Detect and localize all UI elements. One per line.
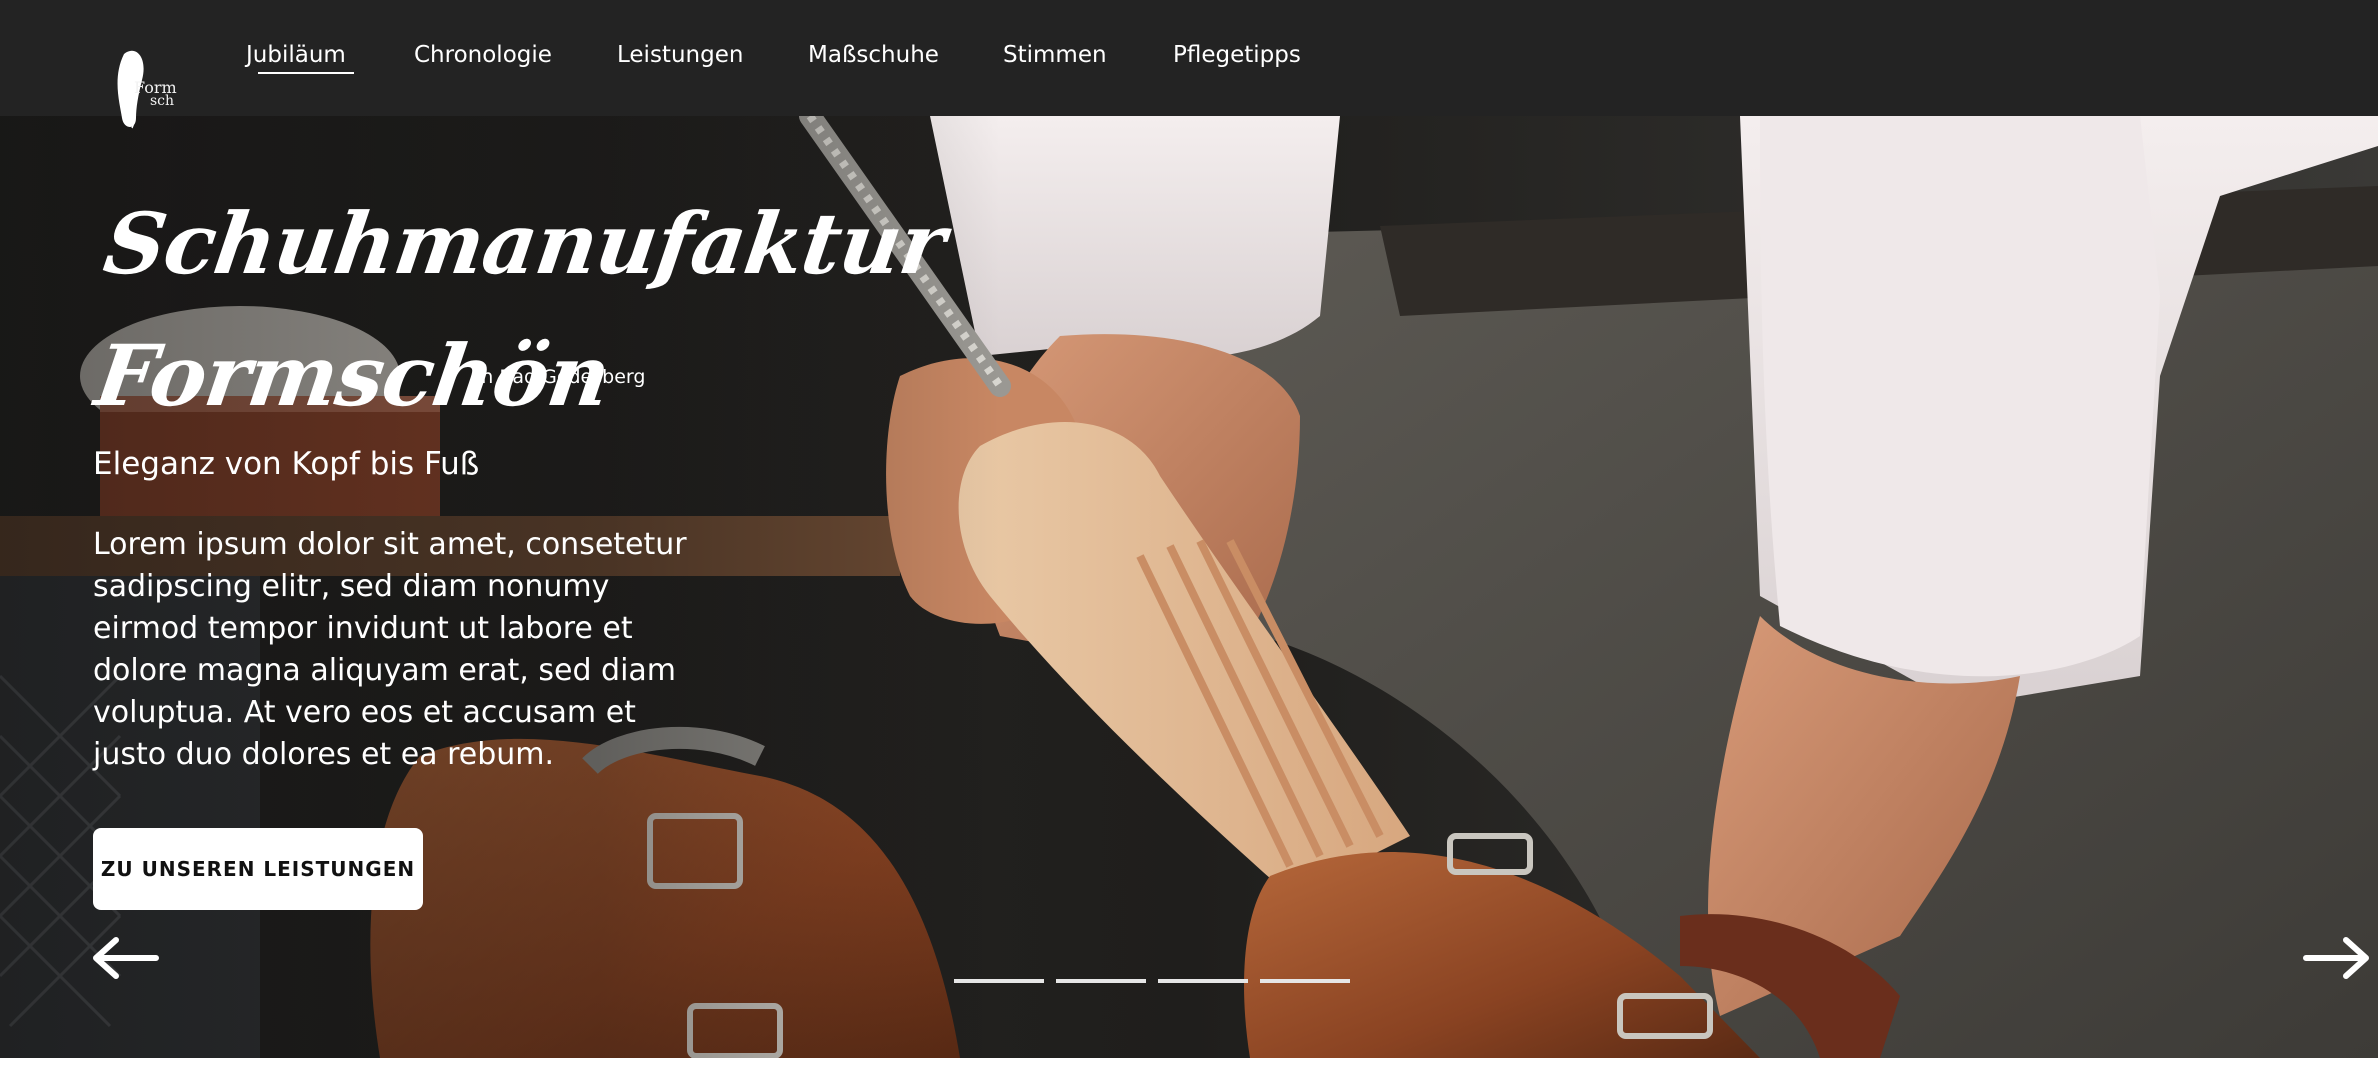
nav-item-leistungen[interactable]: Leistungen <box>617 40 743 70</box>
slider-indicator-3[interactable] <box>1158 979 1248 983</box>
logo-text-bottom: sch <box>150 93 175 109</box>
hero-slider: Schuhmanufaktur Formschön in Bad Godesbe… <box>0 116 2378 1058</box>
slider-next-button[interactable] <box>2302 936 2372 980</box>
nav-item-pflegetipps[interactable]: Pflegetipps <box>1173 40 1301 70</box>
top-navigation-bar: Form sch Jubiläum Chronologie Leistungen… <box>0 0 2378 129</box>
nav-item-jubilaeum[interactable]: Jubiläum <box>246 40 354 74</box>
hero-subtitle: Eleganz von Kopf bis Fuß <box>93 446 480 482</box>
arrow-left-icon <box>93 937 159 979</box>
cta-button-leistungen[interactable]: ZU UNSEREN LEISTUNGEN <box>93 828 423 910</box>
hero-title-line1: Schuhmanufaktur <box>98 194 951 293</box>
arrow-right-icon <box>2303 937 2369 979</box>
hero-headline: Schuhmanufaktur Formschön <box>77 178 952 442</box>
nav-item-chronologie[interactable]: Chronologie <box>414 40 552 70</box>
hero-location: in Bad Godesberg <box>476 366 646 388</box>
slider-indicator-4[interactable] <box>1260 979 1350 983</box>
nav-item-stimmen[interactable]: Stimmen <box>1003 40 1107 70</box>
hero-body-text: Lorem ipsum dolor sit amet, consetetur s… <box>93 527 687 772</box>
slider-indicator-1[interactable] <box>954 979 1044 983</box>
brand-logo[interactable]: Form sch <box>106 46 186 132</box>
slider-prev-button[interactable] <box>90 936 160 980</box>
nav-item-masschuhe[interactable]: Maßschuhe <box>808 40 939 70</box>
slider-indicator-2[interactable] <box>1056 979 1146 983</box>
